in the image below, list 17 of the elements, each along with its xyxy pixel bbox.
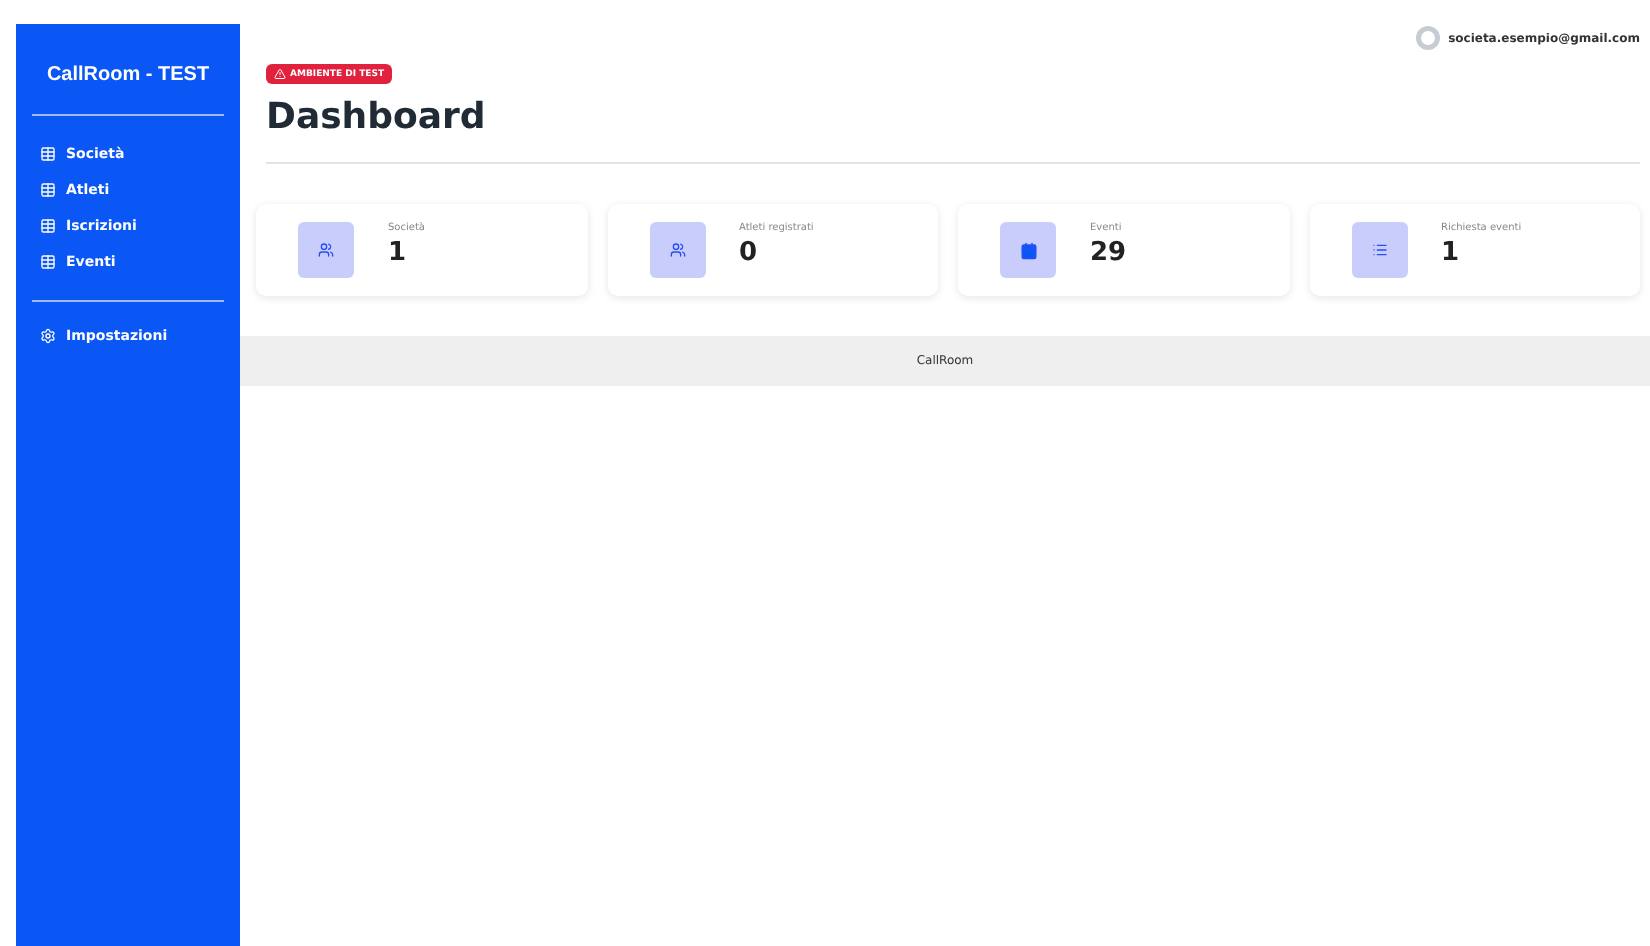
warning-icon xyxy=(274,68,286,80)
stat-value: 1 xyxy=(1441,237,1462,267)
page-title: Dashboard xyxy=(266,96,1640,164)
list-icon xyxy=(1371,242,1387,258)
app-title: CallRoom - TEST xyxy=(32,64,224,116)
stat-value: 1 xyxy=(388,237,409,267)
calendar-icon xyxy=(1019,241,1037,259)
settings-icon xyxy=(40,328,56,344)
stat-value: 29 xyxy=(1090,237,1127,267)
table-icon xyxy=(40,146,56,162)
avatar-icon xyxy=(1416,26,1441,50)
table-icon xyxy=(40,218,56,234)
table-icon xyxy=(40,182,56,198)
table-icon xyxy=(40,254,56,270)
stat-value: 0 xyxy=(739,237,760,267)
users-icon xyxy=(669,242,685,258)
users-icon xyxy=(318,242,334,258)
